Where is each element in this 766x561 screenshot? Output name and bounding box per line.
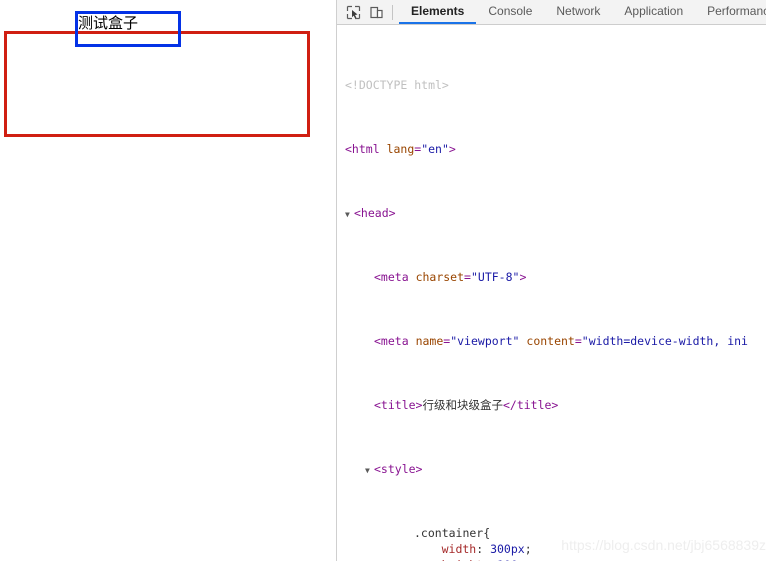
inspect-element-icon[interactable] [342, 1, 365, 24]
dom-row-style[interactable]: ▼ <style> [337, 461, 766, 477]
css-source-line[interactable]: height: 100px; [337, 557, 766, 561]
title-text: 行级和块级盒子 [422, 398, 503, 412]
dom-row-meta-charset[interactable]: <meta charset="UTF-8"> [337, 269, 766, 285]
tab-network-label: Network [556, 4, 601, 18]
dom-row-meta-viewport[interactable]: <meta name="viewport" content="width=dev… [337, 333, 766, 349]
page-viewport: 测试盒子 [0, 0, 337, 561]
meta-viewport-val-content: "width=device-width, ini [581, 334, 748, 348]
device-toolbar-icon[interactable] [365, 1, 388, 24]
tab-performance-label: Performance [707, 4, 766, 18]
box-div: 测试盒子 [75, 11, 181, 47]
sp3 [409, 334, 416, 348]
dom-row-title[interactable]: <title>行级和块级盒子</title> [337, 397, 766, 413]
html-lang-attr: lang [386, 142, 415, 156]
meta-viewport-tag: <meta [374, 334, 409, 348]
meta-charset-attr: charset [415, 270, 465, 284]
dom-row-html[interactable]: <html lang="en"> [337, 141, 766, 157]
watermark-text: https://blog.csdn.net/jbj6568839z [561, 537, 766, 553]
tab-console-label: Console [488, 4, 533, 18]
devtools-panel: Elements Console Network Application Per… [337, 0, 766, 561]
toolbar-divider [392, 4, 393, 20]
css-token: width [441, 542, 477, 556]
tab-application[interactable]: Application [612, 0, 695, 24]
html-lang-value: "en" [421, 142, 449, 156]
css-token: ; [524, 542, 532, 556]
screenshot-root: 测试盒子 Elements Console Network Applicatio… [0, 0, 766, 561]
box-div-text: 测试盒子 [78, 14, 139, 32]
dom-row-head[interactable]: ▼ <head> [337, 205, 766, 221]
html-close-bracket: > [448, 142, 456, 156]
meta-viewport-attr-name: name [415, 334, 444, 348]
tab-application-label: Application [624, 4, 684, 18]
meta-viewport-val-name: "viewport" [450, 334, 520, 348]
title-close-tag: </title> [502, 398, 559, 412]
container-div: 测试盒子 [4, 11, 310, 137]
meta-viewport-attr-content: content [526, 334, 575, 348]
meta-charset-gt: > [519, 270, 527, 284]
css-token: 300px [490, 542, 525, 556]
css-token: : [476, 542, 491, 556]
tab-network[interactable]: Network [544, 0, 612, 24]
tab-performance[interactable]: Performance [695, 0, 766, 24]
html-open-tag: <html [345, 142, 380, 156]
meta-charset-lt: <meta [374, 270, 409, 284]
twisty-head-icon[interactable]: ▼ [345, 207, 354, 221]
watermark: https://blog.csdn.net/jbj6568839z [561, 537, 766, 553]
devtools-tab-bar: Elements Console Network Application Per… [399, 0, 766, 24]
doctype-text: <!DOCTYPE html> [345, 78, 449, 92]
tab-elements[interactable]: Elements [399, 0, 477, 24]
title-open-tag: <title> [374, 398, 423, 412]
meta-charset-val: "UTF-8" [470, 270, 520, 284]
eq4: = [574, 334, 582, 348]
sp1 [380, 142, 387, 156]
tab-elements-label: Elements [411, 4, 465, 18]
twisty-style-icon[interactable]: ▼ [365, 463, 374, 477]
style-open-tag: <style> [374, 462, 423, 476]
devtools-toolbar: Elements Console Network Application Per… [337, 0, 766, 25]
css-token: .container{ [414, 526, 491, 540]
eq2: = [464, 270, 471, 284]
sp2 [409, 270, 416, 284]
dom-row-doctype[interactable]: <!DOCTYPE html> [337, 77, 766, 93]
dom-tree: <!DOCTYPE html> <html lang="en"> ▼ <head>… [337, 25, 766, 561]
tab-console[interactable]: Console [476, 0, 544, 24]
head-open-tag: <head> [354, 206, 396, 220]
